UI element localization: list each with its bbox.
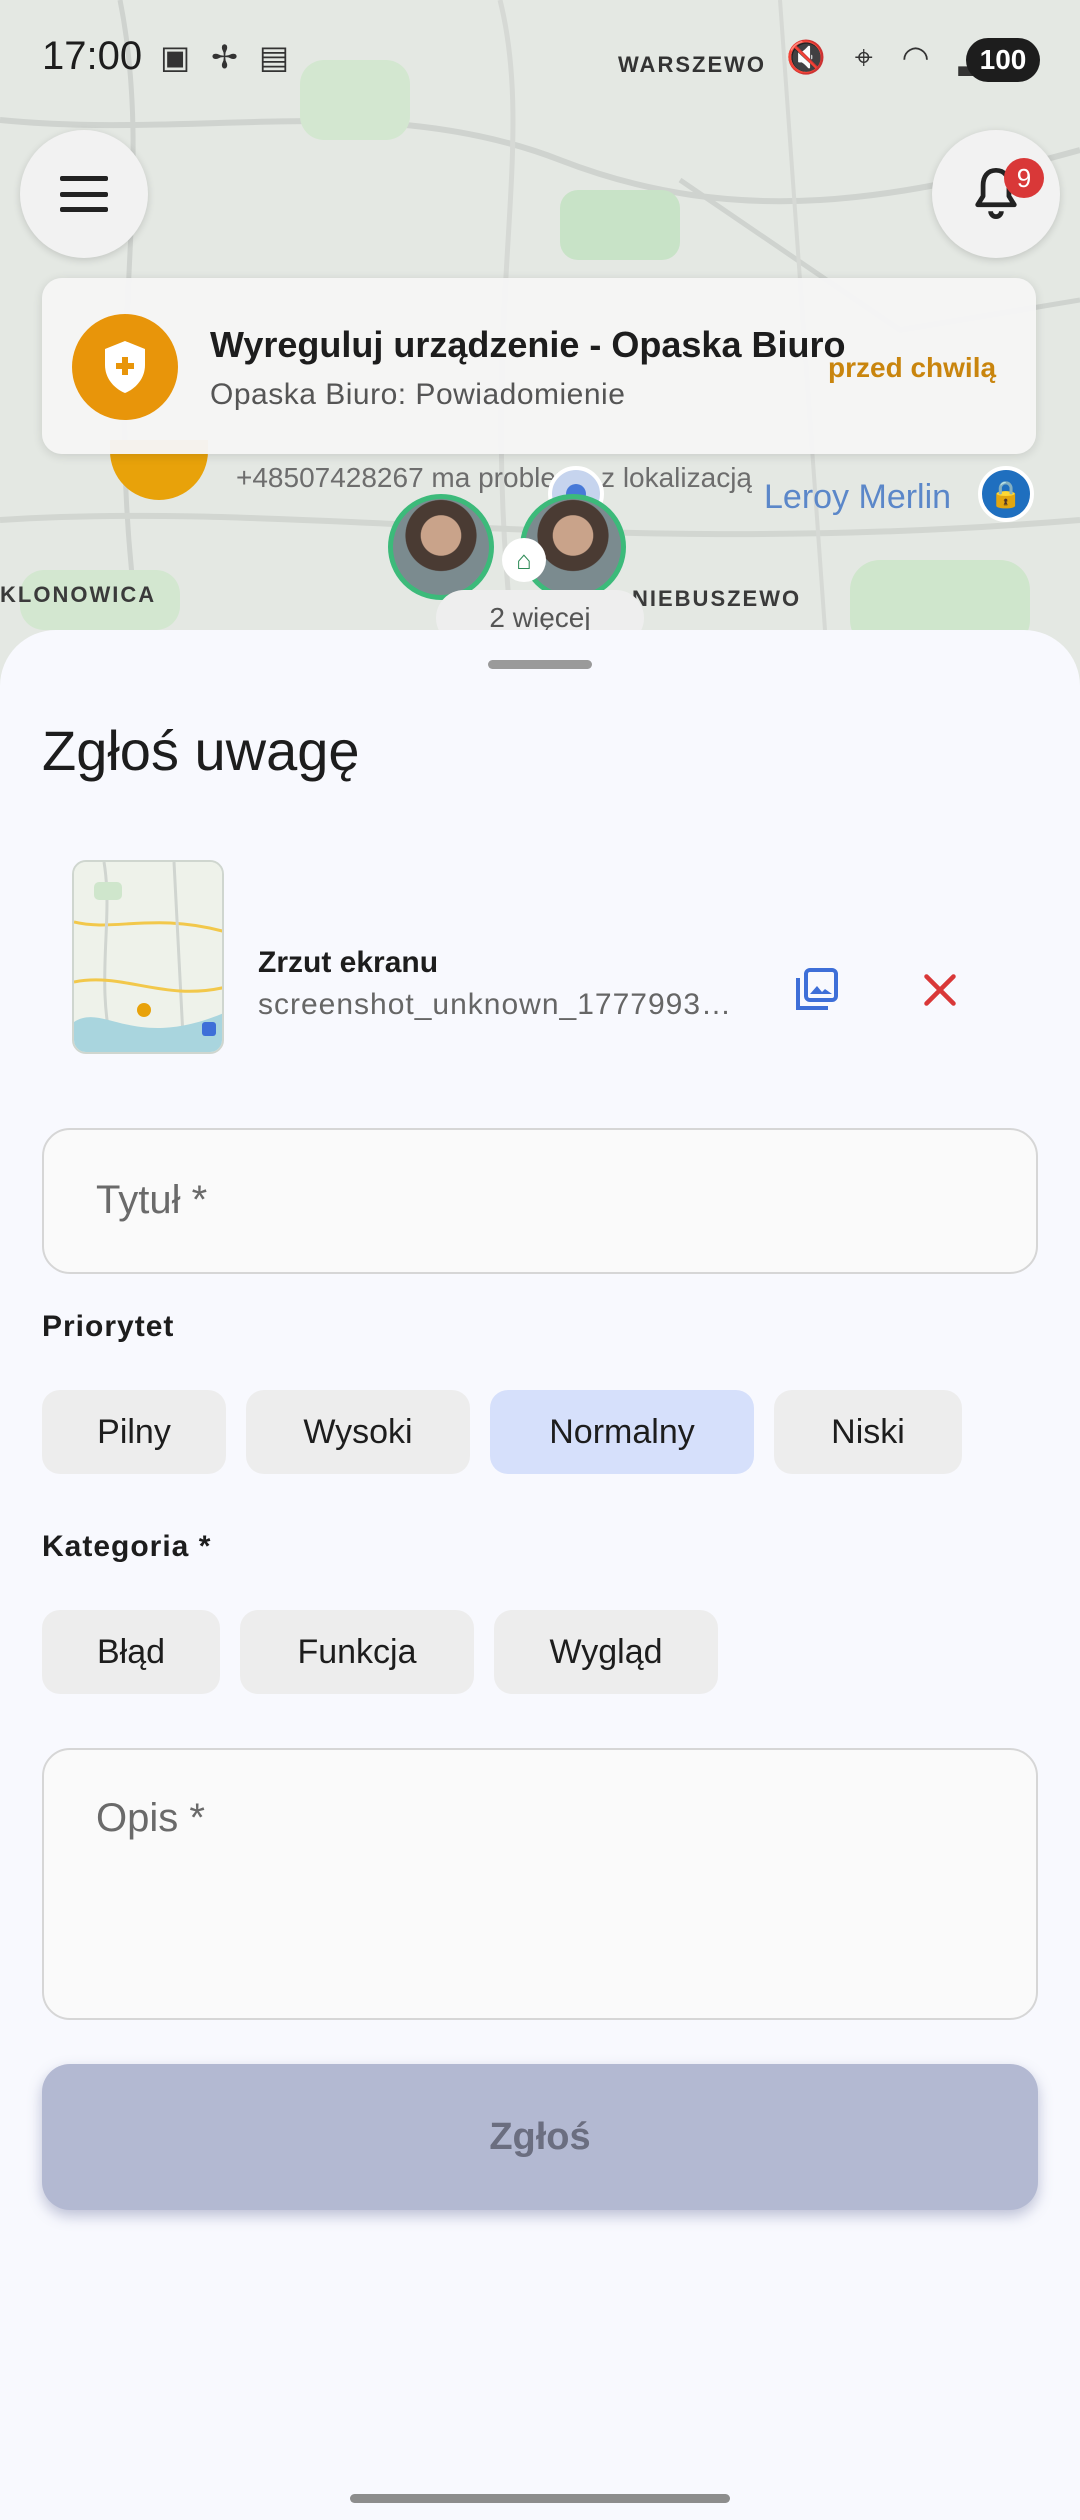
map-phone-warning: +48507428267 ma problemy z lokalizacją	[236, 462, 752, 493]
attachment-filename: screenshot_unknown_1777993049123.png	[258, 988, 738, 1021]
screenshot-thumbnail[interactable]	[72, 860, 224, 1054]
home-icon: ⌂	[502, 538, 546, 582]
status-notification-icons: ▣ ✢ ▤	[160, 39, 296, 75]
map-district-label: NIEBUSZEWO	[632, 586, 802, 611]
category-label: Kategoria *	[42, 1530, 212, 1563]
map-district-label: KLONOWICA	[0, 582, 157, 607]
notification-count-badge: 9	[1004, 158, 1044, 198]
priority-chip-niski[interactable]: Niski	[774, 1390, 962, 1474]
notification-card[interactable]: Wyreguluj urządzenie - Opaska Biuro Opas…	[42, 278, 1036, 454]
image-gallery-icon	[796, 968, 838, 1010]
menu-button[interactable]	[20, 130, 148, 258]
status-place-label: WARSZEWO	[618, 52, 766, 77]
sheet-drag-handle[interactable]	[488, 660, 592, 669]
status-time: 17:00	[42, 34, 143, 78]
title-input[interactable]: Tytuł *	[42, 1128, 1038, 1274]
menu-icon	[60, 176, 108, 212]
map-poi-label: Leroy Merlin	[764, 478, 952, 516]
remove-attachment-button[interactable]	[908, 958, 972, 1022]
screenshot-attachment: Zrzut ekranu screenshot_unknown_17779930…	[42, 860, 1038, 1060]
notification-subtitle: Opaska Biuro: Powiadomienie	[210, 378, 626, 411]
category-chip-blad[interactable]: Błąd	[42, 1610, 220, 1694]
priority-chip-pilny[interactable]: Pilny	[42, 1390, 226, 1474]
pick-image-button[interactable]	[784, 958, 848, 1022]
map-thumbnail-image	[74, 862, 222, 1052]
shield-medical-icon	[105, 341, 145, 393]
battery-indicator: 100	[966, 38, 1040, 82]
title-input-label: Tytuł *	[96, 1178, 208, 1222]
description-input[interactable]: Opis *	[42, 1748, 1038, 2020]
sheet-title: Zgłoś uwagę	[42, 719, 360, 782]
status-bar: 17:00 ▣ ✢ ▤ WARSZEWO 🔇 ⌖ ◠ ▂ 100	[0, 0, 1080, 120]
category-chip-funkcja[interactable]: Funkcja	[240, 1610, 474, 1694]
priority-chip-wysoki[interactable]: Wysoki	[246, 1390, 470, 1474]
priority-label: Priorytet	[42, 1310, 175, 1343]
status-system-icons: 🔇 ⌖ ◠ ▂	[786, 39, 994, 75]
notifications-button[interactable]: 9	[932, 130, 1060, 258]
notification-time: przed chwilą	[828, 352, 997, 383]
lock-pin-icon[interactable]: 🔒	[978, 466, 1034, 522]
close-icon	[924, 974, 956, 1006]
notification-icon	[72, 314, 178, 420]
category-chip-wyglad[interactable]: Wygląd	[494, 1610, 718, 1694]
map-avatar[interactable]	[388, 494, 494, 600]
priority-chip-normalny[interactable]: Normalny	[490, 1390, 754, 1474]
notification-title: Wyreguluj urządzenie - Opaska Biuro	[210, 324, 846, 365]
submit-button[interactable]: Zgłoś	[42, 2064, 1038, 2210]
home-indicator[interactable]	[350, 2494, 730, 2503]
attachment-name: Zrzut ekranu	[258, 946, 439, 979]
description-input-label: Opis *	[96, 1796, 205, 1840]
feedback-sheet: Zgłoś uwagę Zrzut ekranu screenshot_unkn…	[0, 630, 1080, 2520]
